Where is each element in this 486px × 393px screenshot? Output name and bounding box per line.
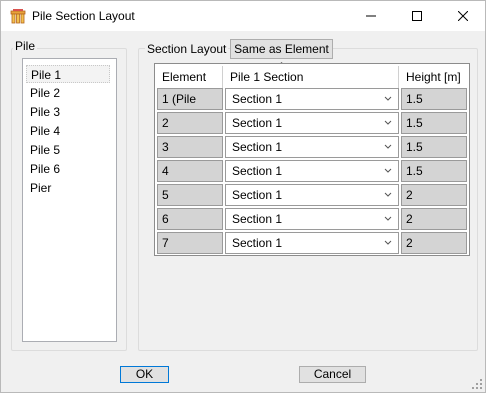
maximize-button[interactable]: [394, 1, 440, 31]
chevron-down-icon: [384, 216, 392, 221]
section-combo[interactable]: Section 1: [225, 112, 399, 134]
section-combo-value: Section 1: [232, 164, 283, 178]
chevron-down-icon: [384, 192, 392, 197]
section-combo[interactable]: Section 1: [225, 136, 399, 158]
chevron-down-icon: [384, 240, 392, 245]
minimize-icon: [366, 15, 376, 17]
resize-grip-icon[interactable]: [472, 379, 482, 389]
section-combo-value: Section 1: [232, 140, 283, 154]
height-cell[interactable]: 1.5: [401, 88, 467, 110]
pile-list-item[interactable]: Pile 3: [26, 103, 110, 121]
section-combo[interactable]: Section 1: [225, 88, 399, 110]
cancel-button[interactable]: Cancel: [299, 366, 366, 383]
section-combo[interactable]: Section 1: [225, 208, 399, 230]
element-cell: 5: [157, 184, 223, 206]
section-combo-value: Section 1: [232, 116, 283, 130]
maximize-icon: [412, 11, 422, 21]
pile-list-item[interactable]: Pier: [26, 179, 110, 197]
height-cell[interactable]: 1.5: [401, 160, 467, 182]
window-title: Pile Section Layout: [32, 9, 135, 23]
chevron-down-icon: [384, 120, 392, 125]
section-combo-value: Section 1: [232, 236, 283, 250]
height-cell[interactable]: 2: [401, 232, 467, 254]
chevron-down-icon: [384, 96, 392, 101]
pile-list[interactable]: Pile 1 Pile 2 Pile 3 Pile 4 Pile 5 Pile …: [22, 58, 117, 342]
element-cell: 2: [157, 112, 223, 134]
ok-button[interactable]: OK: [120, 366, 169, 383]
height-cell[interactable]: 2: [401, 208, 467, 230]
pile-group-label: Pile: [13, 39, 38, 53]
section-grid: Element Pile 1 Section Height [m] 1 (Pil…: [154, 63, 470, 256]
section-combo[interactable]: Section 1: [225, 232, 399, 254]
section-combo-value: Section 1: [232, 212, 283, 226]
section-layout-label: Section Layout: [145, 42, 229, 56]
section-combo-value: Section 1: [232, 188, 283, 202]
height-cell[interactable]: 2: [401, 184, 467, 206]
pile-list-item[interactable]: Pile 6: [26, 160, 110, 178]
close-button[interactable]: [440, 1, 486, 31]
section-combo[interactable]: Section 1: [225, 184, 399, 206]
column-header-element: Element: [157, 66, 223, 88]
column-header-section: Pile 1 Section: [225, 66, 399, 88]
title-bar[interactable]: Pile Section Layout: [1, 1, 485, 31]
element-cell: 1 (Pile Top): [157, 88, 223, 126]
pile-list-item[interactable]: Pile 4: [26, 122, 110, 140]
section-combo[interactable]: Section 1: [225, 160, 399, 182]
pile-app-icon: [10, 9, 26, 24]
close-icon: [458, 11, 468, 21]
element-cell: 4: [157, 160, 223, 182]
pile-list-item[interactable]: Pile 5: [26, 141, 110, 159]
minimize-button[interactable]: [348, 1, 394, 31]
height-cell[interactable]: 1.5: [401, 112, 467, 134]
height-cell[interactable]: 1.5: [401, 136, 467, 158]
chevron-down-icon: [384, 144, 392, 149]
column-header-height: Height [m]: [406, 70, 461, 84]
section-combo-value: Section 1: [232, 92, 283, 106]
same-as-element-1-button[interactable]: Same as Element 1: [230, 39, 333, 74]
pile-list-item[interactable]: Pile 2: [26, 84, 110, 102]
chevron-down-icon: [384, 168, 392, 173]
element-cell: 3: [157, 136, 223, 158]
dialog-window: Pile Section Layout Pile Pile 1 Pile 2 P…: [0, 0, 486, 393]
element-cell: 6: [157, 208, 223, 230]
pile-list-item[interactable]: Pile 1: [26, 65, 110, 83]
element-cell: 7: [157, 232, 223, 254]
